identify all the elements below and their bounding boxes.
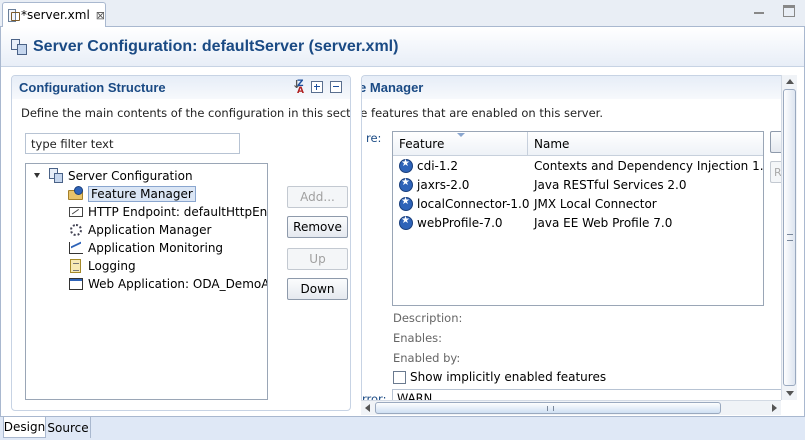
tab-source[interactable]: Source	[46, 417, 91, 438]
tree-expander-icon[interactable]	[34, 173, 40, 178]
application-monitoring-icon	[68, 240, 84, 256]
scroll-up-icon[interactable]	[786, 79, 794, 84]
logging-icon	[68, 258, 84, 274]
tree-item-label: Application Monitoring	[88, 241, 224, 255]
section-title: re Manager	[362, 80, 424, 95]
vertical-scroll-thumb[interactable]	[783, 89, 796, 386]
http-endpoint-icon	[68, 204, 84, 220]
sort-indicator-icon	[457, 133, 465, 137]
tab-design[interactable]: Design	[3, 417, 46, 438]
show-implicit-features-checkbox[interactable]	[393, 370, 406, 384]
tree-item-label: Logging	[88, 259, 136, 273]
feature-cell: jaxrs-2.0	[417, 178, 470, 192]
vertical-scrollbar[interactable]	[781, 75, 797, 400]
tree-item-http-endpoint[interactable]: HTTP Endpoint: defaultHttpEndpo	[68, 203, 268, 221]
application-manager-icon	[68, 222, 84, 238]
editor-area: Server Configuration: defaultServer (ser…	[0, 27, 805, 416]
configuration-structure-section: Configuration Structure ↓ Z A Define the m…	[11, 75, 351, 411]
tree-item-feature-manager[interactable]: Feature Manager	[68, 185, 196, 203]
scroll-left-icon[interactable]	[365, 404, 370, 412]
down-button[interactable]: Down	[287, 278, 348, 300]
enabled-by-label: Enabled by:	[393, 351, 461, 365]
tree-item-server-configuration[interactable]: Server Configuration	[26, 167, 193, 185]
up-button[interactable]: Up	[287, 248, 348, 270]
feature-icon	[399, 177, 413, 192]
name-cell: JMX Local Connector	[534, 197, 657, 211]
section-title: Configuration Structure	[19, 80, 166, 95]
editor-tab-label: *server.xml	[20, 8, 90, 22]
remove-button[interactable]: Remove	[287, 216, 348, 238]
tree-item-label: Web Application: ODA_DemoApp	[88, 277, 268, 291]
feature-icon	[399, 158, 413, 173]
filter-input[interactable]: type filter text	[25, 133, 240, 154]
horizontal-scroll-thumb[interactable]	[375, 402, 721, 414]
table-header: Feature Name	[393, 132, 763, 156]
name-cell: Java RESTful Services 2.0	[534, 178, 687, 192]
enables-label: Enables:	[393, 331, 443, 345]
section-title-bar	[362, 76, 781, 99]
table-row[interactable]: webProfile-7.0 Java EE Web Profile 7.0	[393, 214, 763, 233]
web-application-icon	[68, 276, 84, 292]
table-row[interactable]: cdi-1.2 Contexts and Dependency Injectio…	[393, 157, 763, 176]
show-implicit-features-row[interactable]: Show implicitly enabled features	[393, 370, 606, 384]
tree-item-label: Server Configuration	[68, 169, 193, 183]
features-table[interactable]: Feature Name cdi-1.2 Contexts and Depend…	[392, 131, 764, 306]
xml-file-icon	[8, 8, 20, 22]
features-label: re:	[366, 131, 382, 145]
remove-feature-button[interactable]: R	[770, 161, 781, 183]
tree-item-label: HTTP Endpoint: defaultHttpEndpo	[88, 205, 268, 219]
scroll-down-icon[interactable]	[786, 391, 794, 396]
feature-manager-icon	[68, 186, 84, 202]
editor-tab-strip: *server.xml ⊠	[0, 0, 805, 27]
feature-cell: cdi-1.2	[417, 159, 458, 173]
minimize-icon[interactable]	[753, 5, 765, 17]
tree-item-web-application[interactable]: Web Application: ODA_DemoApp	[68, 275, 268, 293]
name-cell: Java EE Web Profile 7.0	[534, 216, 673, 230]
close-tab-icon[interactable]: ⊠	[96, 9, 105, 22]
expand-all-icon[interactable]	[311, 81, 323, 93]
collapse-all-icon[interactable]	[330, 81, 342, 93]
description-label: Description:	[393, 311, 463, 325]
name-cell: Contexts and Dependency Injection 1.2	[534, 159, 764, 173]
section-description: Define the main contents of the configur…	[21, 106, 351, 120]
page-tabs: Design Source	[0, 416, 805, 440]
page-title: Server Configuration: defaultServer (ser…	[33, 37, 399, 55]
feature-cell: webProfile-7.0	[417, 216, 503, 230]
server-configuration-icon	[48, 168, 64, 184]
server-configuration-icon	[11, 38, 27, 55]
maximize-icon[interactable]	[783, 5, 795, 17]
horizontal-scrollbar[interactable]	[361, 400, 781, 415]
table-row[interactable]: jaxrs-2.0 Java RESTful Services 2.0	[393, 176, 763, 195]
sort-icon[interactable]: ↓ Z A	[292, 79, 304, 96]
scroll-right-icon[interactable]	[772, 404, 777, 412]
feature-icon	[399, 196, 413, 211]
column-header-name[interactable]: Name	[534, 137, 569, 151]
add-button[interactable]: Add...	[287, 186, 348, 208]
configuration-tree[interactable]: Server Configuration Feature Manager HTT…	[25, 163, 268, 400]
tree-item-label: Application Manager	[88, 223, 212, 237]
feature-cell: localConnector-1.0	[417, 197, 530, 211]
tree-item-logging[interactable]: Logging	[68, 257, 136, 275]
form-header: Server Configuration: defaultServer (ser…	[1, 27, 804, 67]
show-implicit-features-label: Show implicitly enabled features	[410, 370, 607, 384]
add-feature-button[interactable]	[770, 131, 781, 153]
tree-item-label: Feature Manager	[88, 186, 196, 202]
column-header-feature[interactable]: Feature	[399, 137, 444, 151]
section-description: he features that are enabled on this ser…	[361, 106, 604, 120]
tree-item-application-manager[interactable]: Application Manager	[68, 221, 211, 239]
table-row[interactable]: localConnector-1.0 JMX Local Connector	[393, 195, 763, 214]
editor-tab-server-xml[interactable]: *server.xml ⊠	[2, 2, 106, 27]
feature-manager-section: re Manager he features that are enabled …	[361, 75, 781, 411]
tree-item-application-monitoring[interactable]: Application Monitoring	[68, 239, 223, 257]
feature-icon	[399, 215, 413, 230]
